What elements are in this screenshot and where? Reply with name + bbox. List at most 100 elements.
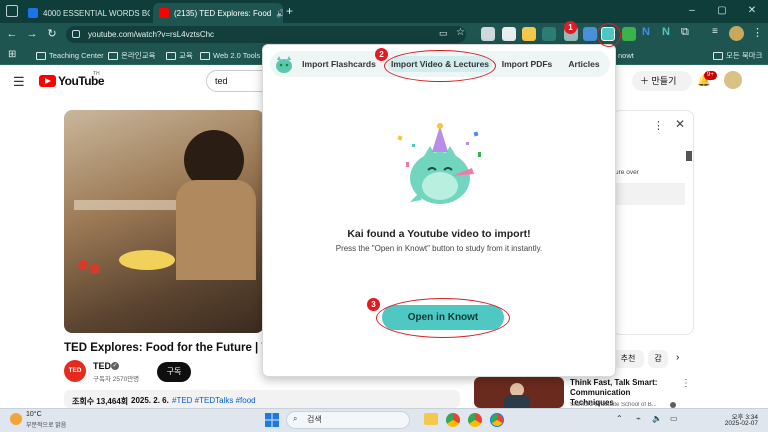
scrollbar-thumb[interactable] [686,151,692,161]
extension-4-icon[interactable] [542,27,556,41]
kai-dragon-logo-icon [274,54,294,74]
hashtags[interactable]: #TED #TEDTalks #food [172,396,256,405]
reading-list-icon[interactable]: ≡ [712,26,718,37]
battery-icon[interactable]: ▭ [670,414,678,423]
bookmark-label: nowt [618,51,634,60]
extension-3-icon[interactable] [522,27,536,41]
chrome-active-icon[interactable] [490,413,504,427]
notification-count-badge: 9+ [704,71,717,80]
upload-date: 2025. 2. 6. [131,396,169,405]
more-options-icon[interactable]: ⋮ [681,378,691,389]
search-label: 검색 [307,415,322,424]
bookmark-star-icon[interactable]: ☆ [456,27,465,38]
site-info-icon[interactable] [72,30,80,38]
extension-2-icon[interactable] [502,27,516,41]
tab-articles[interactable]: Articles [564,56,604,72]
speaker-body [504,395,530,408]
address-bar[interactable]: youtube.com/watch?v=rsL4vztsChc [66,26,466,43]
minimize-icon[interactable]: – [678,2,706,20]
verified-check-icon: ✓ [111,362,119,370]
create-label: 만들기 [651,76,677,86]
subscribe-button[interactable]: 구독 [157,362,191,382]
extension-6-icon[interactable] [583,27,597,41]
clock-date[interactable]: 2025-02-07 [718,420,758,427]
chip-recommended[interactable]: 추천 [612,350,644,368]
extension-1-icon[interactable] [481,27,495,41]
bookmark-label: 모든 북마크 [726,51,763,60]
tab-4000-essential-words[interactable]: 4000 ESSENTIAL WORDS BOOK × [22,3,150,23]
bookmark-online-edu[interactable]: 온라인교육 [108,49,156,62]
folder-icon [713,51,723,60]
volume-icon[interactable]: 🔈 [652,414,662,423]
tomato [90,264,100,274]
chevron-right-icon[interactable]: › [676,352,679,363]
tab-import-pdfs[interactable]: Import PDFs [498,56,556,72]
child-shirt [176,180,256,280]
bookmark-label: 온라인교육 [121,51,156,60]
reload-icon[interactable]: ↻ [44,26,60,42]
weather-temp: 10°C [26,411,42,418]
new-tab-button[interactable]: + [286,4,293,18]
create-button[interactable]: ＋ 만들기 [632,71,692,91]
tab-title: 4000 ESSENTIAL WORDS BOOK [43,8,150,18]
profile-avatar[interactable] [729,26,744,41]
weather-icon[interactable] [10,413,22,425]
more-options-icon[interactable]: ⋮ [653,119,664,132]
url-text: youtube.com/watch?v=rsL4vztsChc [88,30,215,39]
speaker-icon[interactable]: 🔊 [276,9,283,18]
extension-n-teal-icon[interactable]: N [662,26,670,38]
country-code: TH [93,71,100,77]
extensions-puzzle-icon[interactable]: ⧉ [681,26,689,39]
channel-avatar[interactable]: TED [64,360,86,382]
apps-grid-icon[interactable]: ⊞ [8,49,16,60]
knowt-subtext: Press the "Open in Knowt" button to stud… [335,244,543,253]
bookmark-label: 교육 [179,51,193,60]
account-avatar[interactable] [724,71,742,89]
view-count: 조회수 13,464회 [72,397,129,406]
chrome-profile-2-icon[interactable] [468,413,482,427]
chrome-taskbar-icon[interactable] [446,413,460,427]
extension-8-icon[interactable] [622,27,636,41]
bookmark-web-tools[interactable]: Web 2.0 Tools [200,49,260,62]
back-icon[interactable]: ← [4,26,20,42]
tab-ted-explores[interactable]: (2135) TED Explores: Food 🔊 × [153,3,283,23]
side-panel-card: ⋮ ✕ ure over [612,110,694,335]
video-title: TED Explores: Food for the Future | TED [64,342,264,354]
youtube-logo-icon[interactable] [39,75,56,87]
taskbar-search-box[interactable]: 검색 [286,411,410,429]
bookmark-label: Teaching Center [49,51,104,60]
tab-title: (2135) TED Explores: Food [174,8,272,18]
folder-icon [200,51,210,60]
bookmark-teaching-center[interactable]: Teaching Center [36,49,104,62]
channel-name[interactable]: TED [93,361,111,371]
forward-icon[interactable]: → [24,26,40,42]
annotation-badge-3: 3 [367,298,380,311]
plus-icon: ＋ [640,76,650,86]
folder-icon [166,51,176,60]
close-window-icon[interactable]: ✕ [738,2,766,20]
cast-icon[interactable]: ▭ [439,28,448,39]
tab-import-flashcards[interactable]: Import Flashcards [300,56,378,72]
windows-start-icon[interactable] [265,413,279,427]
annotation-badge-2: 2 [375,48,388,61]
folder-icon [36,51,46,60]
youtube-favicon-icon [159,8,169,18]
tray-chevron-icon[interactable]: ⌃ [616,414,623,423]
chrome-menu-icon[interactable]: ⋮ [752,26,763,39]
annotation-badge-1: 1 [564,21,577,34]
bookmark-knowt[interactable]: nowt [618,49,634,62]
chip-next[interactable]: 감 [648,350,668,368]
network-icon[interactable]: ⌁ [636,414,641,423]
recommended-thumbnail[interactable] [474,377,564,408]
bookmark-label: Web 2.0 Tools [213,51,261,60]
file-explorer-icon[interactable] [424,413,438,425]
bookmark-edu[interactable]: 교육 [166,49,193,62]
video-player[interactable] [64,110,264,333]
maximize-icon[interactable]: ▢ [708,2,736,20]
hamburger-menu-icon[interactable]: ☰ [13,74,25,90]
close-panel-icon[interactable]: ✕ [675,117,685,131]
tab-search-icon[interactable] [6,5,18,17]
all-bookmarks[interactable]: 모든 북마크 [713,49,763,62]
food-bowl [119,250,175,270]
extension-n-blue-icon[interactable]: N [642,26,650,38]
